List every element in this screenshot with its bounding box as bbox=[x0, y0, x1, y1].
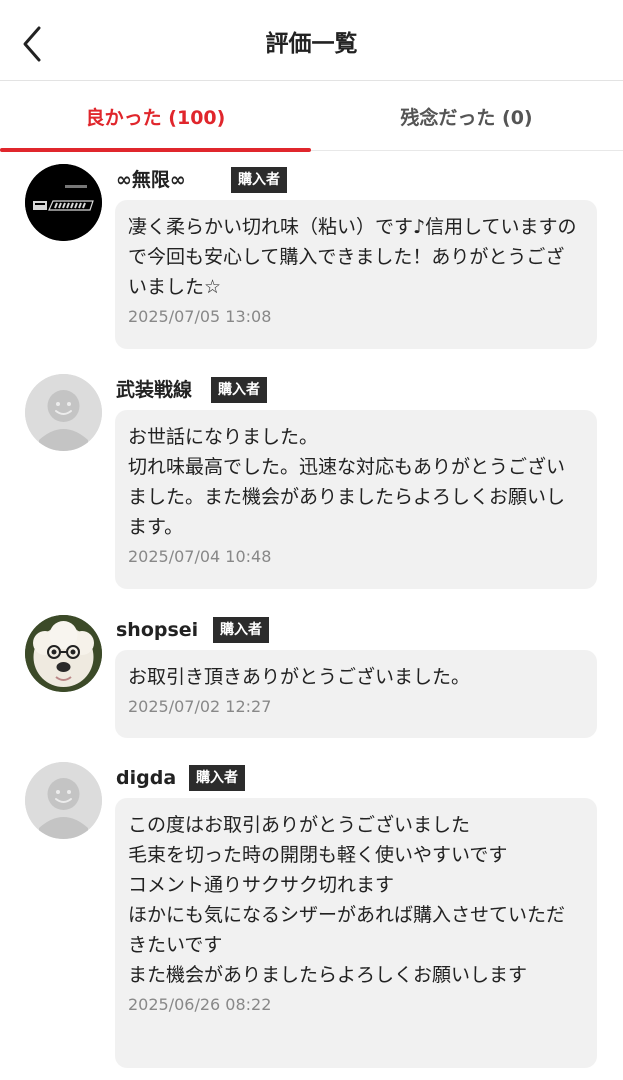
review-comment: お世話になりました。 切れ味最高でした。迅速な対応もありがとうございました。また… bbox=[128, 426, 566, 538]
buyer-badge: 購入者 bbox=[231, 167, 287, 193]
review-date: 2025/06/26 08:22 bbox=[128, 995, 272, 1014]
username[interactable]: 武装戦線 bbox=[116, 377, 192, 403]
review-comment: お取引き頂きありがとうございました。 bbox=[128, 666, 471, 688]
avatar[interactable] bbox=[25, 164, 102, 241]
review-date: 2025/07/05 13:08 bbox=[128, 307, 272, 326]
buyer-badge: 購入者 bbox=[189, 765, 245, 791]
page-title: 評価一覧 bbox=[265, 31, 358, 57]
tab-bar: 良かった (100) 残念だった (0) bbox=[0, 81, 623, 152]
review-bubble: 凄く柔らかい切れ味（粘い）です♪信用していますので今回も安心して購入できました！… bbox=[115, 200, 597, 349]
avatar[interactable] bbox=[25, 374, 102, 451]
mugen-logo bbox=[25, 164, 102, 241]
default-avatar-icon bbox=[25, 762, 102, 839]
default-avatar-icon bbox=[25, 374, 102, 451]
avatar[interactable] bbox=[25, 762, 102, 839]
buyer-badge: 購入者 bbox=[211, 377, 267, 403]
username[interactable]: digda bbox=[116, 765, 176, 791]
tab-bad[interactable]: 残念だった (0) bbox=[311, 81, 622, 151]
review-comment: この度はお取引ありがとうございました 毛束を切った時の開閉も軽く使いやすいです … bbox=[128, 814, 566, 986]
review-date: 2025/07/04 10:48 bbox=[128, 547, 272, 566]
review-comment: 凄く柔らかい切れ味（粘い）です♪信用していますので今回も安心して購入できました！… bbox=[128, 216, 577, 298]
avatar[interactable] bbox=[25, 615, 102, 692]
username[interactable]: shopsei bbox=[116, 617, 198, 643]
review-bubble: お取引き頂きありがとうございました。 2025/07/02 12:27 bbox=[115, 650, 597, 738]
review-bubble: お世話になりました。 切れ味最高でした。迅速な対応もありがとうございました。また… bbox=[115, 410, 597, 589]
tab-good[interactable]: 良かった (100) bbox=[0, 81, 311, 152]
buyer-badge: 購入者 bbox=[213, 617, 269, 643]
review-bubble: この度はお取引ありがとうございました 毛束を切った時の開閉も軽く使いやすいです … bbox=[115, 798, 597, 1068]
app-header: 評価一覧 bbox=[0, 0, 623, 81]
username[interactable]: ∞無限∞ bbox=[116, 167, 186, 193]
dog-avatar bbox=[25, 615, 102, 692]
review-date: 2025/07/02 12:27 bbox=[128, 697, 272, 716]
